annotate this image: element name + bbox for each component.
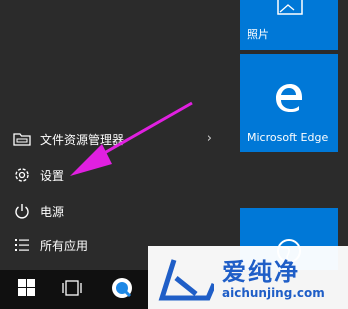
watermark: 爱纯净 aichunjing.com (148, 246, 348, 309)
watermark-logo-icon (156, 254, 217, 302)
taskbar-app-button[interactable] (102, 270, 142, 309)
task-view-icon (62, 279, 82, 300)
app-icon (110, 276, 134, 304)
menu-item-label: 所有应用 (40, 238, 89, 253)
tile-label: Microsoft Edge (247, 131, 329, 144)
menu-item-label: 电源 (40, 204, 65, 219)
menu-item-file-explorer[interactable]: 文件资源管理器 › (0, 124, 222, 154)
tile-microsoft-edge[interactable]: Microsoft Edge (240, 54, 338, 152)
list-icon (12, 235, 32, 255)
photos-icon (276, 0, 304, 19)
watermark-text: 爱纯净 (222, 258, 300, 286)
gear-icon (12, 165, 32, 185)
tile-photos[interactable]: 照片 (240, 0, 338, 50)
menu-item-settings[interactable]: 设置 (0, 160, 222, 190)
windows-logo-icon (17, 279, 35, 300)
chevron-right-icon[interactable]: › (207, 131, 212, 146)
start-menu-left-pane: 文件资源管理器 › 设置 电源 所有应用 (0, 0, 232, 270)
start-button[interactable] (6, 270, 46, 309)
menu-item-label: 设置 (40, 168, 65, 183)
tile-label: 照片 (247, 28, 269, 41)
edge-icon (273, 82, 305, 117)
menu-item-power[interactable]: 电源 (0, 196, 222, 226)
watermark-url: aichunjing.com (222, 286, 325, 300)
task-view-button[interactable] (52, 270, 92, 309)
folder-icon (12, 129, 32, 149)
power-icon (12, 201, 32, 221)
menu-item-label: 文件资源管理器 (40, 132, 125, 147)
